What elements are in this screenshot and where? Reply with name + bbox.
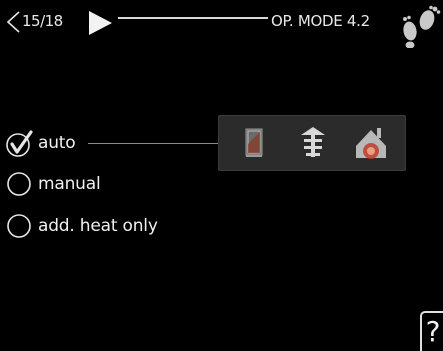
checkmark-icon [6, 130, 33, 157]
chevron-left-icon[interactable] [6, 10, 20, 34]
page-counter: 15/18 [22, 12, 63, 30]
footsteps-icon [403, 5, 441, 48]
option-label-manual: manual [38, 174, 101, 194]
option-auto[interactable]: auto [6, 128, 76, 158]
additional-heat-icon [301, 127, 325, 157]
option-label-auto: auto [38, 133, 76, 153]
help-button[interactable]: ? [420, 311, 443, 351]
option-manual[interactable]: manual [6, 169, 101, 199]
radio-empty-icon [7, 172, 31, 196]
play-arrow-icon[interactable] [86, 8, 114, 38]
radio-add-heat-only[interactable] [6, 213, 32, 239]
radio-empty-icon [7, 214, 31, 238]
heating-icon [245, 128, 263, 157]
connector-line [88, 143, 218, 144]
house-heat-icon [356, 128, 386, 159]
function-icon-panel [218, 115, 406, 171]
page-title: OP. MODE 4.2 [271, 12, 370, 30]
header-divider [118, 17, 268, 19]
radio-manual[interactable] [6, 171, 32, 197]
option-add-heat-only[interactable]: add. heat only [6, 211, 158, 241]
option-label-add-heat-only: add. heat only [38, 216, 158, 236]
screen: 15/18 OP. MODE 4.2 auto manual add. heat… [0, 0, 443, 351]
radio-auto[interactable] [6, 130, 33, 157]
